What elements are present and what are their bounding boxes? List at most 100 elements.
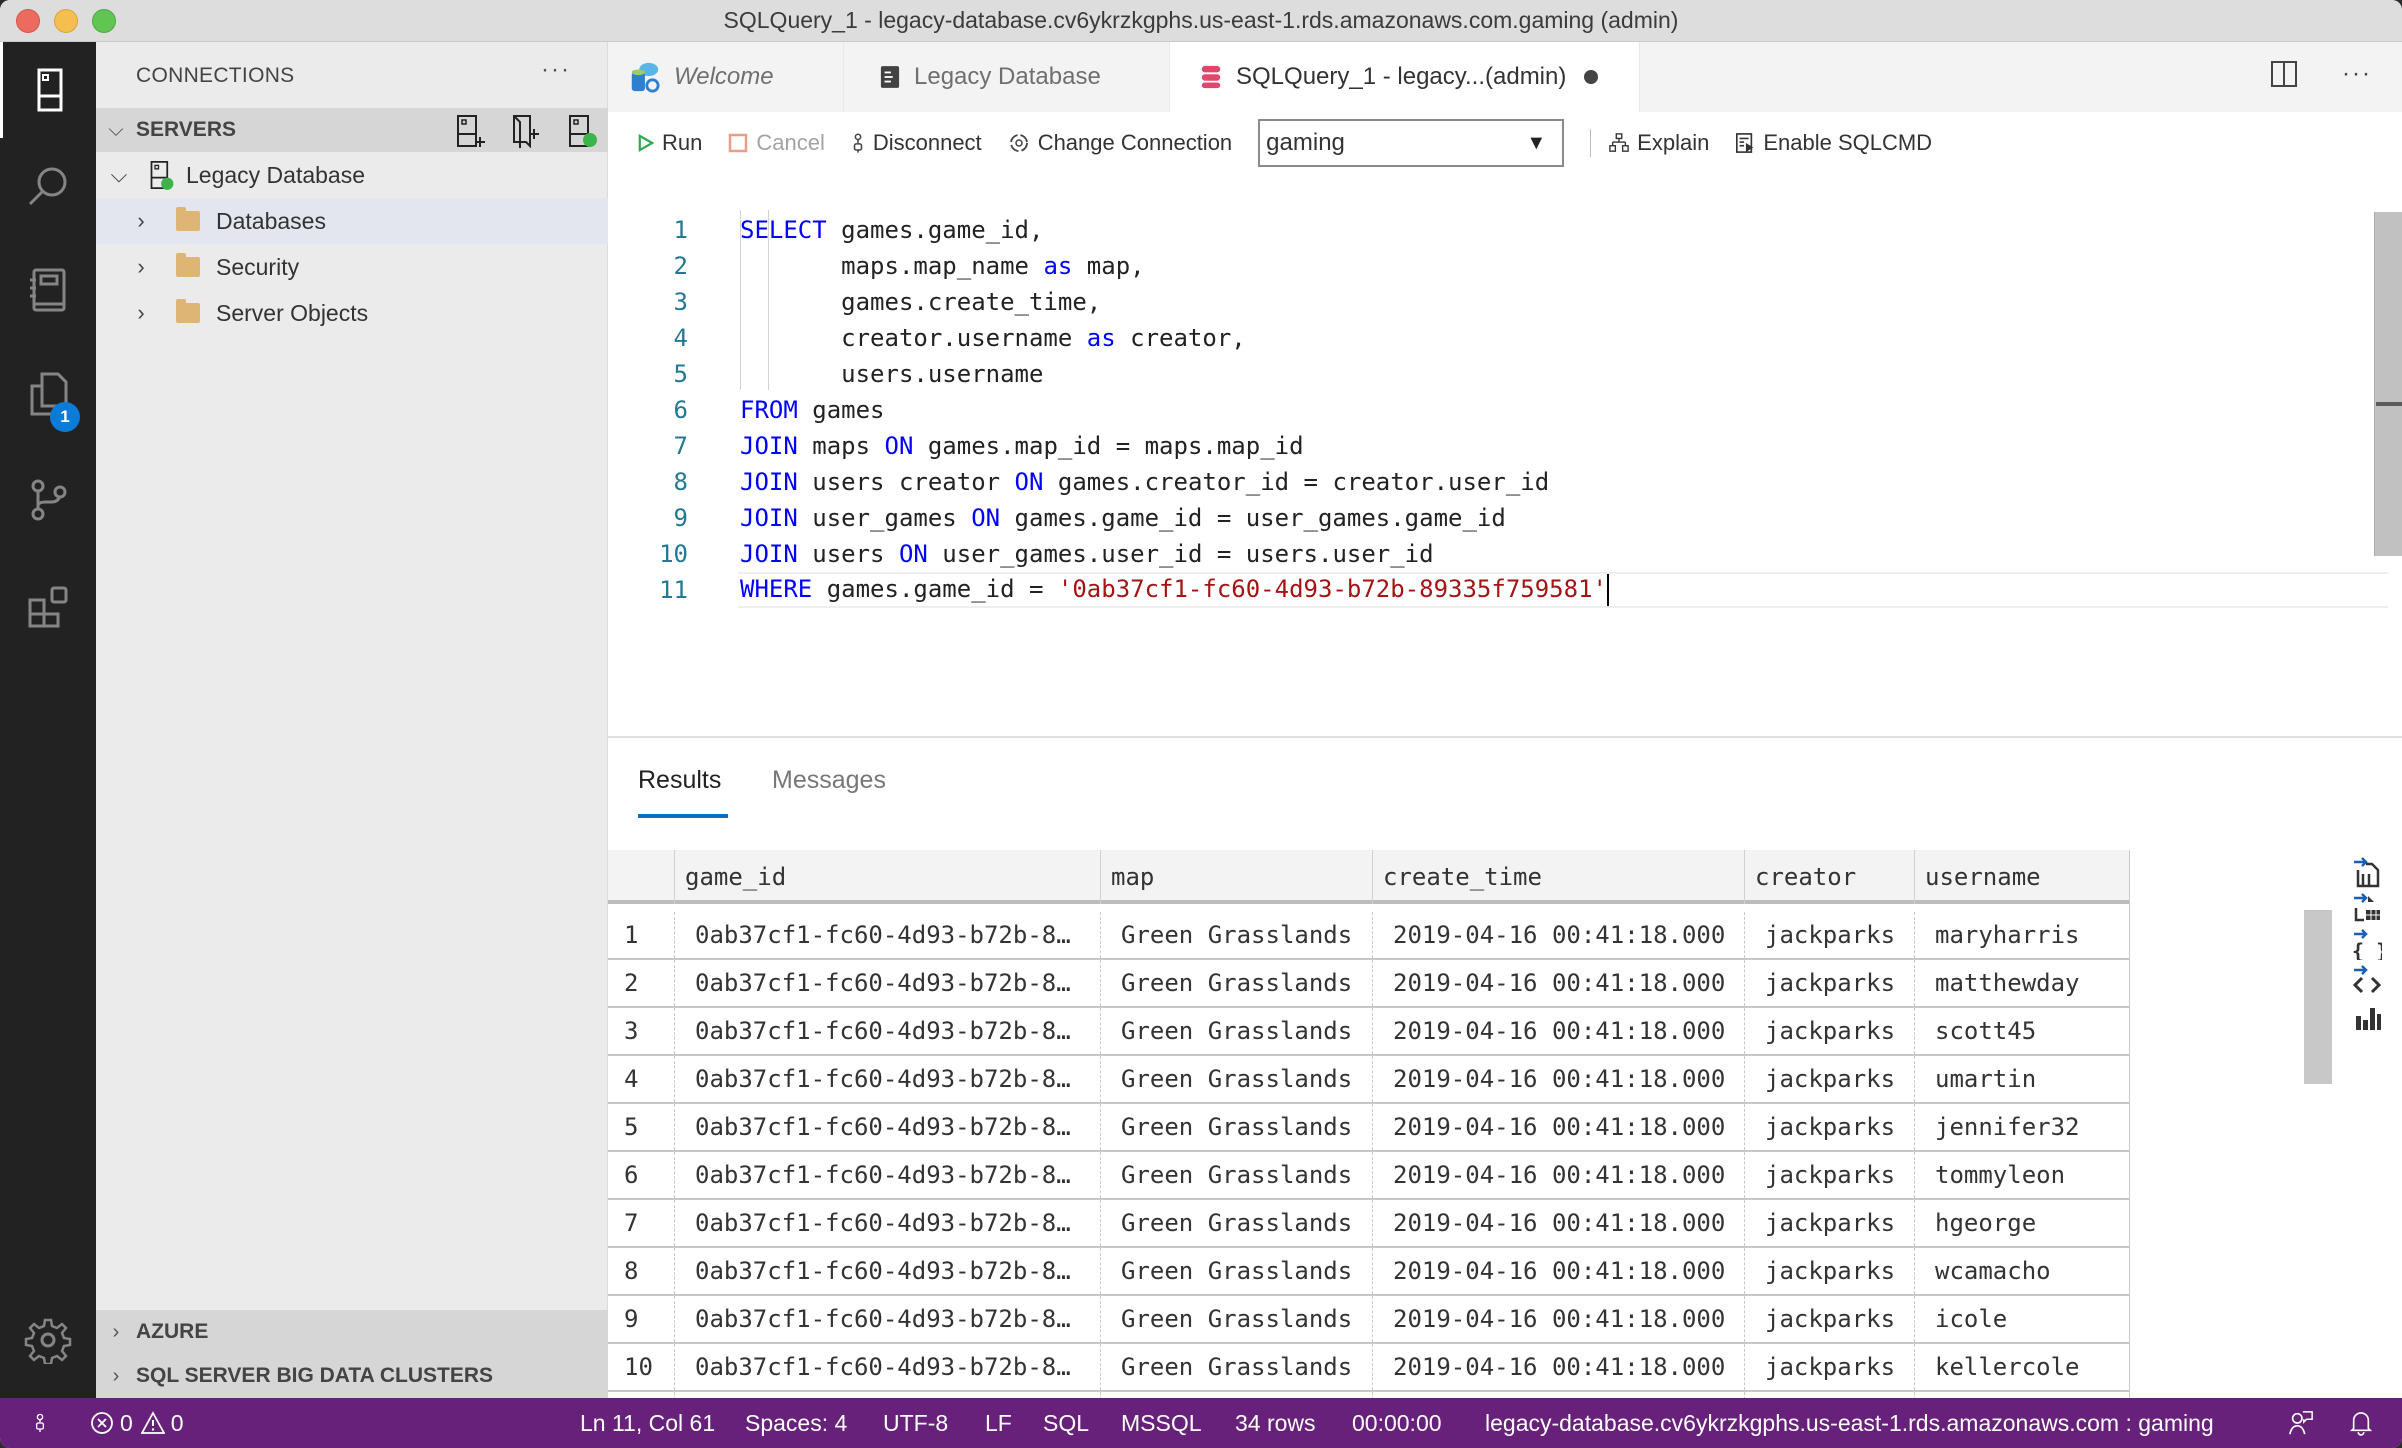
change-connection-button[interactable]: Change Connection (1008, 130, 1232, 156)
row-number[interactable]: 2 (608, 960, 674, 1006)
encoding[interactable]: UTF-8 (883, 1398, 948, 1448)
table-row[interactable]: 4 0ab37cf1-fc60-4d93-b72b-8… Green Grassla… (608, 1056, 2130, 1104)
table-cell[interactable]: 2019-04-16 00:41:18.000 (1372, 960, 1744, 1006)
code-line[interactable]: 10 JOIN users ON user_games.user_id = use… (608, 536, 2388, 572)
tab-messages[interactable]: Messages (772, 766, 886, 795)
save-as-xml-icon[interactable] (2352, 964, 2382, 996)
table-cell[interactable]: jackparks (1744, 1200, 1914, 1246)
table-row[interactable]: 9 0ab37cf1-fc60-4d93-b72b-8… Green Grassla… (608, 1296, 2130, 1344)
table-cell[interactable]: 0ab37cf1-fc60-4d93-b72b-8… (674, 1344, 1100, 1390)
connection-status-icon[interactable] (34, 1398, 46, 1448)
new-connection-icon[interactable] (454, 114, 486, 148)
feedback-icon[interactable] (2288, 1398, 2314, 1448)
code-line[interactable]: 1 SELECT games.game_id, (608, 212, 2388, 248)
more-actions-icon[interactable]: ··· (2342, 60, 2372, 88)
tab-legacy-database[interactable]: Legacy Database (844, 42, 1170, 112)
active-connections-icon[interactable] (566, 114, 598, 148)
azure-section-header[interactable]: › AZURE (96, 1310, 608, 1354)
table-cell[interactable]: 0ab37cf1-fc60-4d93-b72b-8… (674, 1248, 1100, 1294)
problems-indicator[interactable]: 0 0 (90, 1398, 184, 1448)
tree-item-security[interactable]: › Security (96, 244, 608, 290)
table-cell[interactable]: jackparks (1744, 1104, 1914, 1150)
table-cell[interactable]: Green Grasslands (1100, 912, 1372, 958)
row-number[interactable]: 10 (608, 1344, 674, 1390)
code-line[interactable]: 9 JOIN user_games ON games.game_id = user… (608, 500, 2388, 536)
code-line[interactable]: 6 FROM games (608, 392, 2388, 428)
table-row[interactable]: 5 0ab37cf1-fc60-4d93-b72b-8… Green Grassla… (608, 1104, 2130, 1152)
new-server-group-icon[interactable] (510, 114, 542, 148)
table-row[interactable]: 2 0ab37cf1-fc60-4d93-b72b-8… Green Grassla… (608, 960, 2130, 1008)
activity-manage[interactable] (0, 1292, 96, 1388)
activity-source-control[interactable] (0, 452, 96, 548)
table-cell[interactable]: Green Grasslands (1100, 960, 1372, 1006)
table-cell[interactable]: Green Grasslands (1100, 1008, 1372, 1054)
table-cell[interactable]: wcamacho (1914, 1248, 2130, 1294)
table-row[interactable]: 3 0ab37cf1-fc60-4d93-b72b-8… Green Grassla… (608, 1008, 2130, 1056)
table-cell[interactable]: 0ab37cf1-fc60-4d93-b72b-8… (674, 960, 1100, 1006)
code-line[interactable]: 5 users.username (608, 356, 2388, 392)
code-line[interactable]: 2 maps.map_name as map, (608, 248, 2388, 284)
provider[interactable]: MSSQL (1121, 1398, 1202, 1448)
column-header-creator[interactable]: creator (1744, 850, 1914, 904)
table-cell[interactable]: Green Grasslands (1100, 1056, 1372, 1102)
activity-search[interactable] (0, 138, 96, 234)
connection-info[interactable]: legacy-database.cv6ykrzkgphs.us-east-1.r… (1485, 1398, 2214, 1448)
save-as-excel-icon[interactable] (2352, 892, 2382, 924)
code-line[interactable]: 8 JOIN users creator ON games.creator_id … (608, 464, 2388, 500)
table-cell[interactable]: Green Grasslands (1100, 1200, 1372, 1246)
enable-sqlcmd-button[interactable]: Enable SQLCMD (1735, 130, 1932, 156)
table-cell[interactable]: scott45 (1914, 1008, 2130, 1054)
table-cell[interactable]: 2019-04-16 00:41:18.000 (1372, 1248, 1744, 1294)
table-cell[interactable]: 2019-04-16 00:41:18.000 (1372, 1008, 1744, 1054)
activity-extensions[interactable] (0, 558, 96, 654)
table-cell[interactable]: jackparks (1744, 960, 1914, 1006)
table-cell[interactable]: Green Grasslands (1100, 1344, 1372, 1390)
tab-results[interactable]: Results (638, 766, 721, 795)
editor-scrollbar[interactable] (2374, 212, 2402, 556)
table-cell[interactable]: 0ab37cf1-fc60-4d93-b72b-8… (674, 1152, 1100, 1198)
split-editor-icon[interactable] (2270, 60, 2298, 88)
code-line[interactable]: 3 games.create_time, (608, 284, 2388, 320)
table-cell[interactable]: maryharris (1914, 912, 2130, 958)
disconnect-button[interactable]: Disconnect (851, 130, 982, 156)
indentation[interactable]: Spaces: 4 (745, 1398, 847, 1448)
cursor-position[interactable]: Ln 11, Col 61 (580, 1398, 715, 1448)
tree-item-legacy-database[interactable]: ⌵ Legacy Database (96, 152, 608, 198)
table-cell[interactable]: 0ab37cf1-fc60-4d93-b72b-8… (674, 912, 1100, 958)
tree-item-databases[interactable]: › Databases (96, 198, 608, 244)
table-cell[interactable]: jackparks (1744, 1248, 1914, 1294)
row-number[interactable]: 3 (608, 1008, 674, 1054)
results-scrollbar[interactable] (2304, 910, 2332, 1084)
table-cell[interactable]: jackparks (1744, 912, 1914, 958)
table-row[interactable]: 6 0ab37cf1-fc60-4d93-b72b-8… Green Grassla… (608, 1152, 2130, 1200)
chart-icon[interactable] (2352, 1000, 2382, 1032)
unsaved-dot-icon[interactable] (1584, 70, 1599, 84)
activity-explorer[interactable]: 1 (0, 346, 96, 442)
column-header-game-id[interactable]: game_id (674, 850, 1100, 904)
table-cell[interactable]: kellercole (1914, 1344, 2130, 1390)
table-cell[interactable]: 2019-04-16 00:41:18.000 (1372, 1344, 1744, 1390)
table-cell[interactable]: jackparks (1744, 1056, 1914, 1102)
code-line[interactable]: 4 creator.username as creator, (608, 320, 2388, 356)
cancel-button[interactable]: Cancel (728, 130, 825, 156)
table-cell[interactable]: 0ab37cf1-fc60-4d93-b72b-8… (674, 1056, 1100, 1102)
save-as-csv-icon[interactable] (2352, 856, 2382, 888)
table-cell[interactable]: tommyleon (1914, 1152, 2130, 1198)
table-cell[interactable]: Green Grasslands (1100, 1248, 1372, 1294)
table-cell[interactable]: 2019-04-16 00:41:18.000 (1372, 1200, 1744, 1246)
table-cell[interactable]: 2019-04-16 00:41:18.000 (1372, 1296, 1744, 1342)
activity-connections[interactable] (0, 42, 96, 138)
explain-button[interactable]: Explain (1609, 130, 1709, 156)
column-header-map[interactable]: map (1100, 850, 1372, 904)
row-number[interactable]: 7 (608, 1200, 674, 1246)
code-line[interactable]: 7 JOIN maps ON games.map_id = maps.map_id (608, 428, 2388, 464)
table-cell[interactable]: icole (1914, 1296, 2130, 1342)
tab-sqlquery-1[interactable]: SQLQuery_1 - legacy...(admin) (1170, 42, 1640, 112)
row-number[interactable]: 6 (608, 1152, 674, 1198)
activity-notebooks[interactable] (0, 242, 96, 338)
language-mode[interactable]: SQL (1043, 1398, 1089, 1448)
row-number[interactable]: 1 (608, 912, 674, 958)
table-cell[interactable]: Green Grasslands (1100, 1296, 1372, 1342)
code-line[interactable]: 11 WHERE games.game_id = '0ab37cf1-fc60-4… (659, 572, 2388, 608)
row-number[interactable]: 4 (608, 1056, 674, 1102)
